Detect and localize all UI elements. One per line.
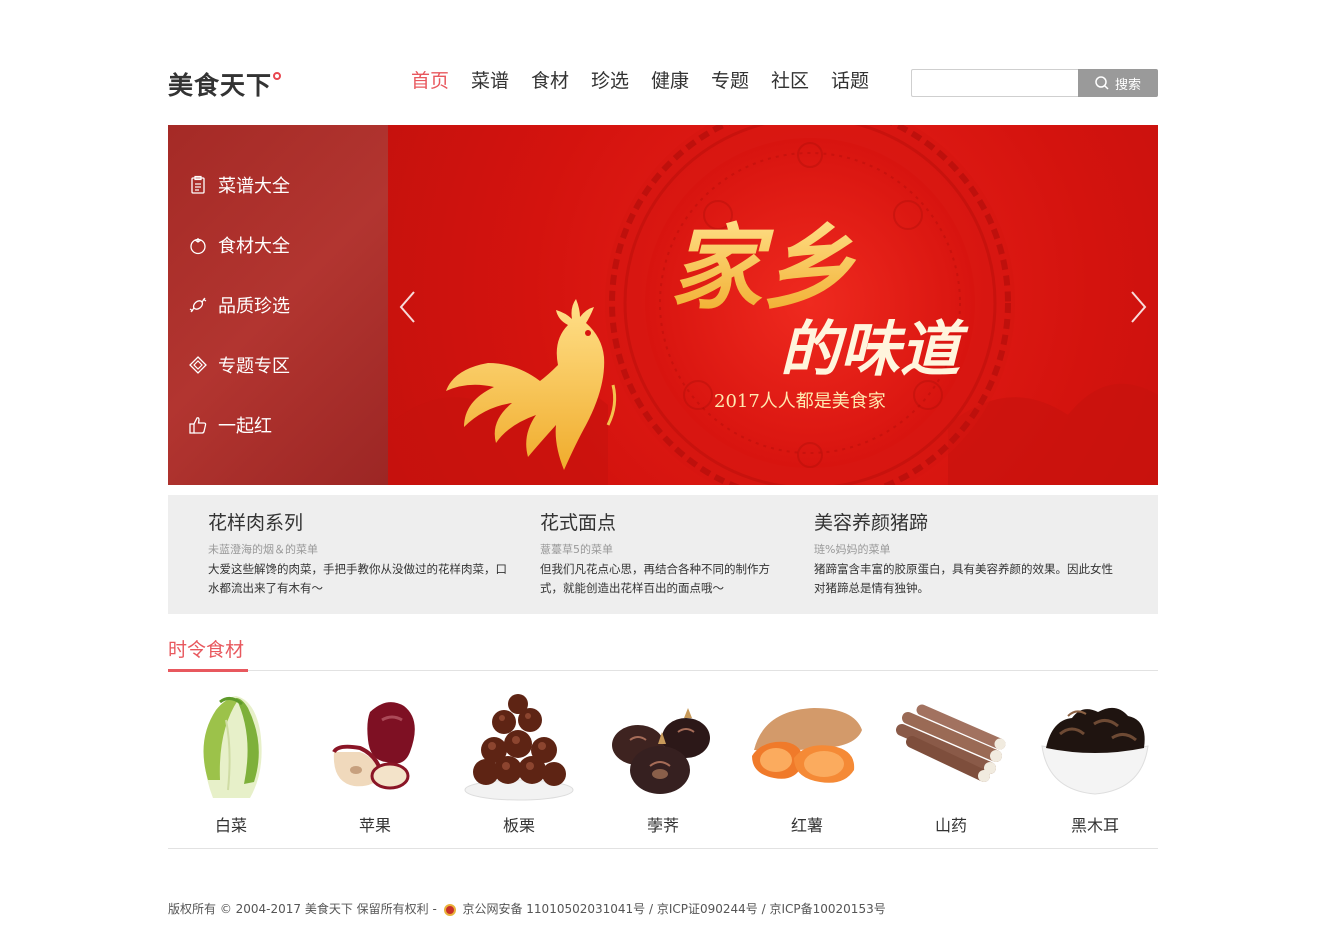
tomato-icon: [190, 238, 206, 255]
food-name: 苹果: [358, 816, 391, 835]
black-fungus-icon: [1041, 707, 1149, 795]
featured-author: 琏%妈妈的菜单: [814, 543, 891, 556]
featured-title[interactable]: 美容养颜猪蹄: [814, 510, 1124, 536]
featured-desc: 大爱这些解馋的肉菜，手把手教你从没做过的花样肉菜，口水都流出来了有木有～: [208, 562, 507, 595]
sidebar-item-quality-selection[interactable]: 品质珍选: [188, 290, 368, 320]
food-item-apple[interactable]: 苹果: [312, 690, 438, 836]
police-badge-icon: [443, 903, 456, 916]
sidebar-item-label: 食材大全: [218, 236, 290, 257]
nav-topics[interactable]: 专题: [700, 68, 760, 94]
featured-author: 薏薹草5的菜单: [540, 543, 613, 556]
featured-item[interactable]: 花样肉系列 未蓝澄海的烟＆的菜单 大爱这些解馋的肉菜，手把手教你从没做过的花样肉…: [208, 510, 513, 598]
search-button[interactable]: 搜索: [1078, 69, 1158, 97]
sweet-potato-icon: [752, 708, 862, 783]
logo-dot-icon: [273, 72, 282, 80]
footer: 版权所有 © 2004-2017 美食天下 保留所有权利 - 京公网安备 110…: [168, 900, 886, 917]
nav-ingredients[interactable]: 食材: [520, 68, 580, 94]
nav-health[interactable]: 健康: [640, 68, 700, 94]
water-chestnut-icon: [612, 708, 710, 794]
food-item-chestnut[interactable]: 板栗: [456, 690, 582, 836]
category-sidebar: 菜谱大全 食材大全 品质珍选 专题专区 一起红: [168, 125, 388, 485]
featured-title[interactable]: 花样肉系列: [208, 510, 513, 536]
seasonal-section-header: 时令食材: [168, 636, 1158, 672]
nav-home[interactable]: 首页: [400, 68, 460, 94]
nav-discussion[interactable]: 话题: [820, 68, 880, 94]
nav-selection[interactable]: 珍选: [580, 68, 640, 94]
logo[interactable]: 美食天下: [168, 66, 282, 102]
header: 美食天下 首页 菜谱 食材 珍选 健康 专题 社区 话题 搜索: [168, 62, 1158, 102]
food-item-cabbage[interactable]: 白菜: [168, 690, 294, 836]
featured-desc: 但我们凡花点心思，再结合各种不同的制作方式，就能创造出花样百出的面点哦～: [540, 562, 770, 595]
food-name: 板栗: [502, 816, 535, 835]
banner-headline-2: 的味道: [780, 315, 969, 385]
food-item-sweet-potato[interactable]: 红薯: [744, 690, 870, 836]
nav-recipes[interactable]: 菜谱: [460, 68, 520, 94]
food-name: 白菜: [214, 816, 247, 835]
featured-desc: 猪蹄富含丰富的胶原蛋白，具有美容养颜的效果。因此女性对猪蹄总是情有独钟。: [814, 562, 1113, 595]
apple-icon: [332, 702, 415, 790]
main-nav: 首页 菜谱 食材 珍选 健康 专题 社区 话题: [400, 68, 880, 94]
search-icon: [1095, 76, 1109, 90]
food-item-black-fungus[interactable]: 黑木耳: [1032, 690, 1158, 836]
food-name: 山药: [934, 816, 967, 835]
sidebar-item-label: 品质珍选: [218, 296, 290, 317]
thumbs-up-icon: [189, 417, 207, 434]
candy-icon: [189, 297, 207, 313]
featured-item[interactable]: 花式面点 薏薹草5的菜单 但我们凡花点心思，再结合各种不同的制作方式，就能创造出…: [540, 510, 790, 598]
sidebar-item-label: 菜谱大全: [218, 176, 290, 197]
sidebar-item-label: 专题专区: [218, 356, 290, 377]
search-input[interactable]: [911, 69, 1078, 97]
section-title: 时令食材: [168, 636, 248, 672]
clipboard-icon: [191, 175, 205, 194]
cabbage-icon: [203, 696, 262, 798]
sidebar-item-topics[interactable]: 专题专区: [188, 350, 368, 380]
featured-author: 未蓝澄海的烟＆的菜单: [208, 543, 318, 556]
sidebar-item-ingredients[interactable]: 食材大全: [188, 230, 368, 260]
sidebar-item-together[interactable]: 一起红: [188, 410, 368, 440]
featured-item[interactable]: 美容养颜猪蹄 琏%妈妈的菜单 猪蹄富含丰富的胶原蛋白，具有美容养颜的效果。因此女…: [814, 510, 1124, 598]
sidebar-item-recipes[interactable]: 菜谱大全: [188, 170, 368, 200]
banner-tagline: 2017人人都是美食家: [714, 391, 886, 412]
chestnut-icon: [464, 694, 574, 801]
search-bar: 搜索: [911, 69, 1158, 97]
banner-headline-1: 家乡: [670, 214, 857, 322]
footer-copyright: 版权所有 © 2004-2017 美食天下 保留所有权利 -: [168, 902, 437, 916]
food-item-yam[interactable]: 山药: [888, 690, 1014, 836]
food-name: 荸荠: [646, 816, 679, 835]
yam-icon: [896, 704, 1006, 782]
featured-collections: 花样肉系列 未蓝澄海的烟＆的菜单 大爱这些解馋的肉菜，手把手教你从没做过的花样肉…: [168, 495, 1158, 614]
seasonal-food-list: 白菜 苹果 板栗 荸荠 红薯 山药 黑木耳: [168, 690, 1158, 849]
banner-slide[interactable]: 家乡 的味道 2017人人都是美食家: [388, 125, 1158, 485]
footer-beian[interactable]: 京公网安备 11010502031041号 / 京ICP证090244号 / 京…: [462, 902, 885, 916]
nav-community[interactable]: 社区: [760, 68, 820, 94]
food-item-water-chestnut[interactable]: 荸荠: [600, 690, 726, 836]
search-button-label: 搜索: [1114, 76, 1141, 92]
banner-artwork: 家乡 的味道 2017人人都是美食家: [388, 125, 1158, 485]
food-name: 黑木耳: [1070, 816, 1119, 835]
food-name: 红薯: [790, 816, 823, 835]
slide-next-arrow-icon[interactable]: [1128, 290, 1148, 324]
banner: 菜谱大全 食材大全 品质珍选 专题专区 一起红 家乡 的味道 2017人人都是美…: [168, 125, 1158, 485]
sidebar-item-label: 一起红: [218, 416, 272, 437]
slide-prev-arrow-icon[interactable]: [398, 290, 418, 324]
featured-title[interactable]: 花式面点: [540, 510, 790, 536]
logo-text[interactable]: 美食天下: [168, 71, 272, 100]
diamond-icon: [189, 356, 207, 374]
